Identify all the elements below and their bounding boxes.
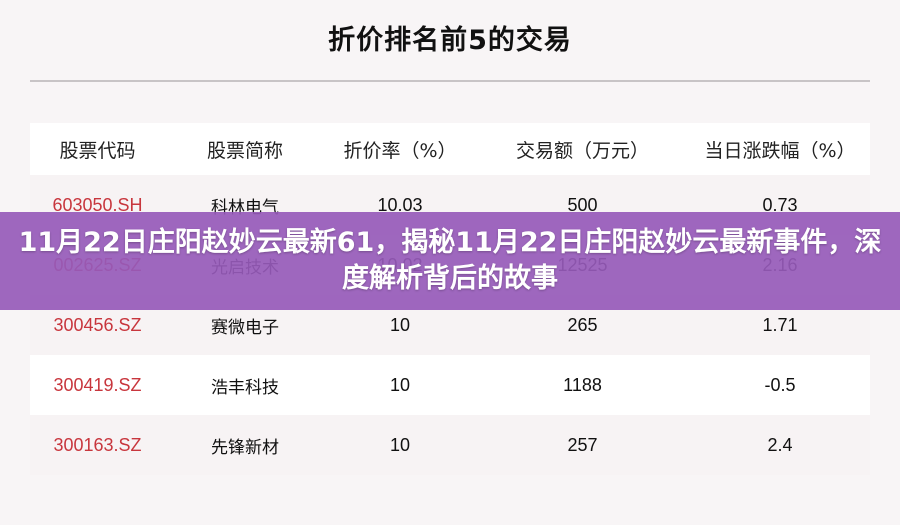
header-stock-name: 股票简称: [206, 139, 283, 162]
headline-text: 11月22日庄阳赵妙云最新61，揭秘11月22日庄阳赵妙云最新事件，深度解析背后…: [18, 227, 882, 294]
stock-name: 浩丰科技: [211, 377, 279, 398]
header-trade-amount: 交易额（万元）: [515, 139, 649, 162]
page-title: 折价排名前5的交易: [328, 25, 572, 56]
stock-code: 300456.SZ: [53, 314, 142, 335]
discount-rate: 10: [389, 314, 411, 335]
daily-change: -0.5: [764, 374, 796, 395]
table-row: 300163.SZ 先锋新材 10 257 2.4: [30, 415, 870, 475]
stock-name: 赛微电子: [211, 317, 279, 338]
trade-amount: 265: [567, 314, 598, 335]
discount-rate: 10: [389, 434, 411, 455]
title-divider: [30, 80, 870, 82]
table-header-row: 股票代码 股票简称 折价率（%） 交易额（万元） 当日涨跌幅（%）: [30, 123, 870, 175]
header-daily-change: 当日涨跌幅（%）: [704, 139, 856, 162]
trade-amount: 1188: [563, 374, 602, 395]
trade-amount: 257: [567, 434, 598, 455]
stock-code: 300419.SZ: [53, 374, 142, 395]
stock-code: 300163.SZ: [53, 434, 142, 455]
page: 折价排名前5的交易 股票代码 股票简称 折价率（%） 交易额（万元） 当日涨跌幅…: [0, 0, 900, 525]
daily-change: 2.4: [767, 434, 793, 455]
table-row: 300419.SZ 浩丰科技 10 1188 -0.5: [30, 355, 870, 415]
headline-banner: 11月22日庄阳赵妙云最新61，揭秘11月22日庄阳赵妙云最新事件，深度解析背后…: [0, 212, 900, 310]
header-discount-rate: 折价率（%）: [343, 139, 457, 162]
discount-rate: 10: [389, 374, 411, 395]
stock-name: 先锋新材: [211, 437, 279, 458]
header-stock-code: 股票代码: [59, 139, 136, 162]
daily-change: 1.71: [762, 314, 798, 335]
